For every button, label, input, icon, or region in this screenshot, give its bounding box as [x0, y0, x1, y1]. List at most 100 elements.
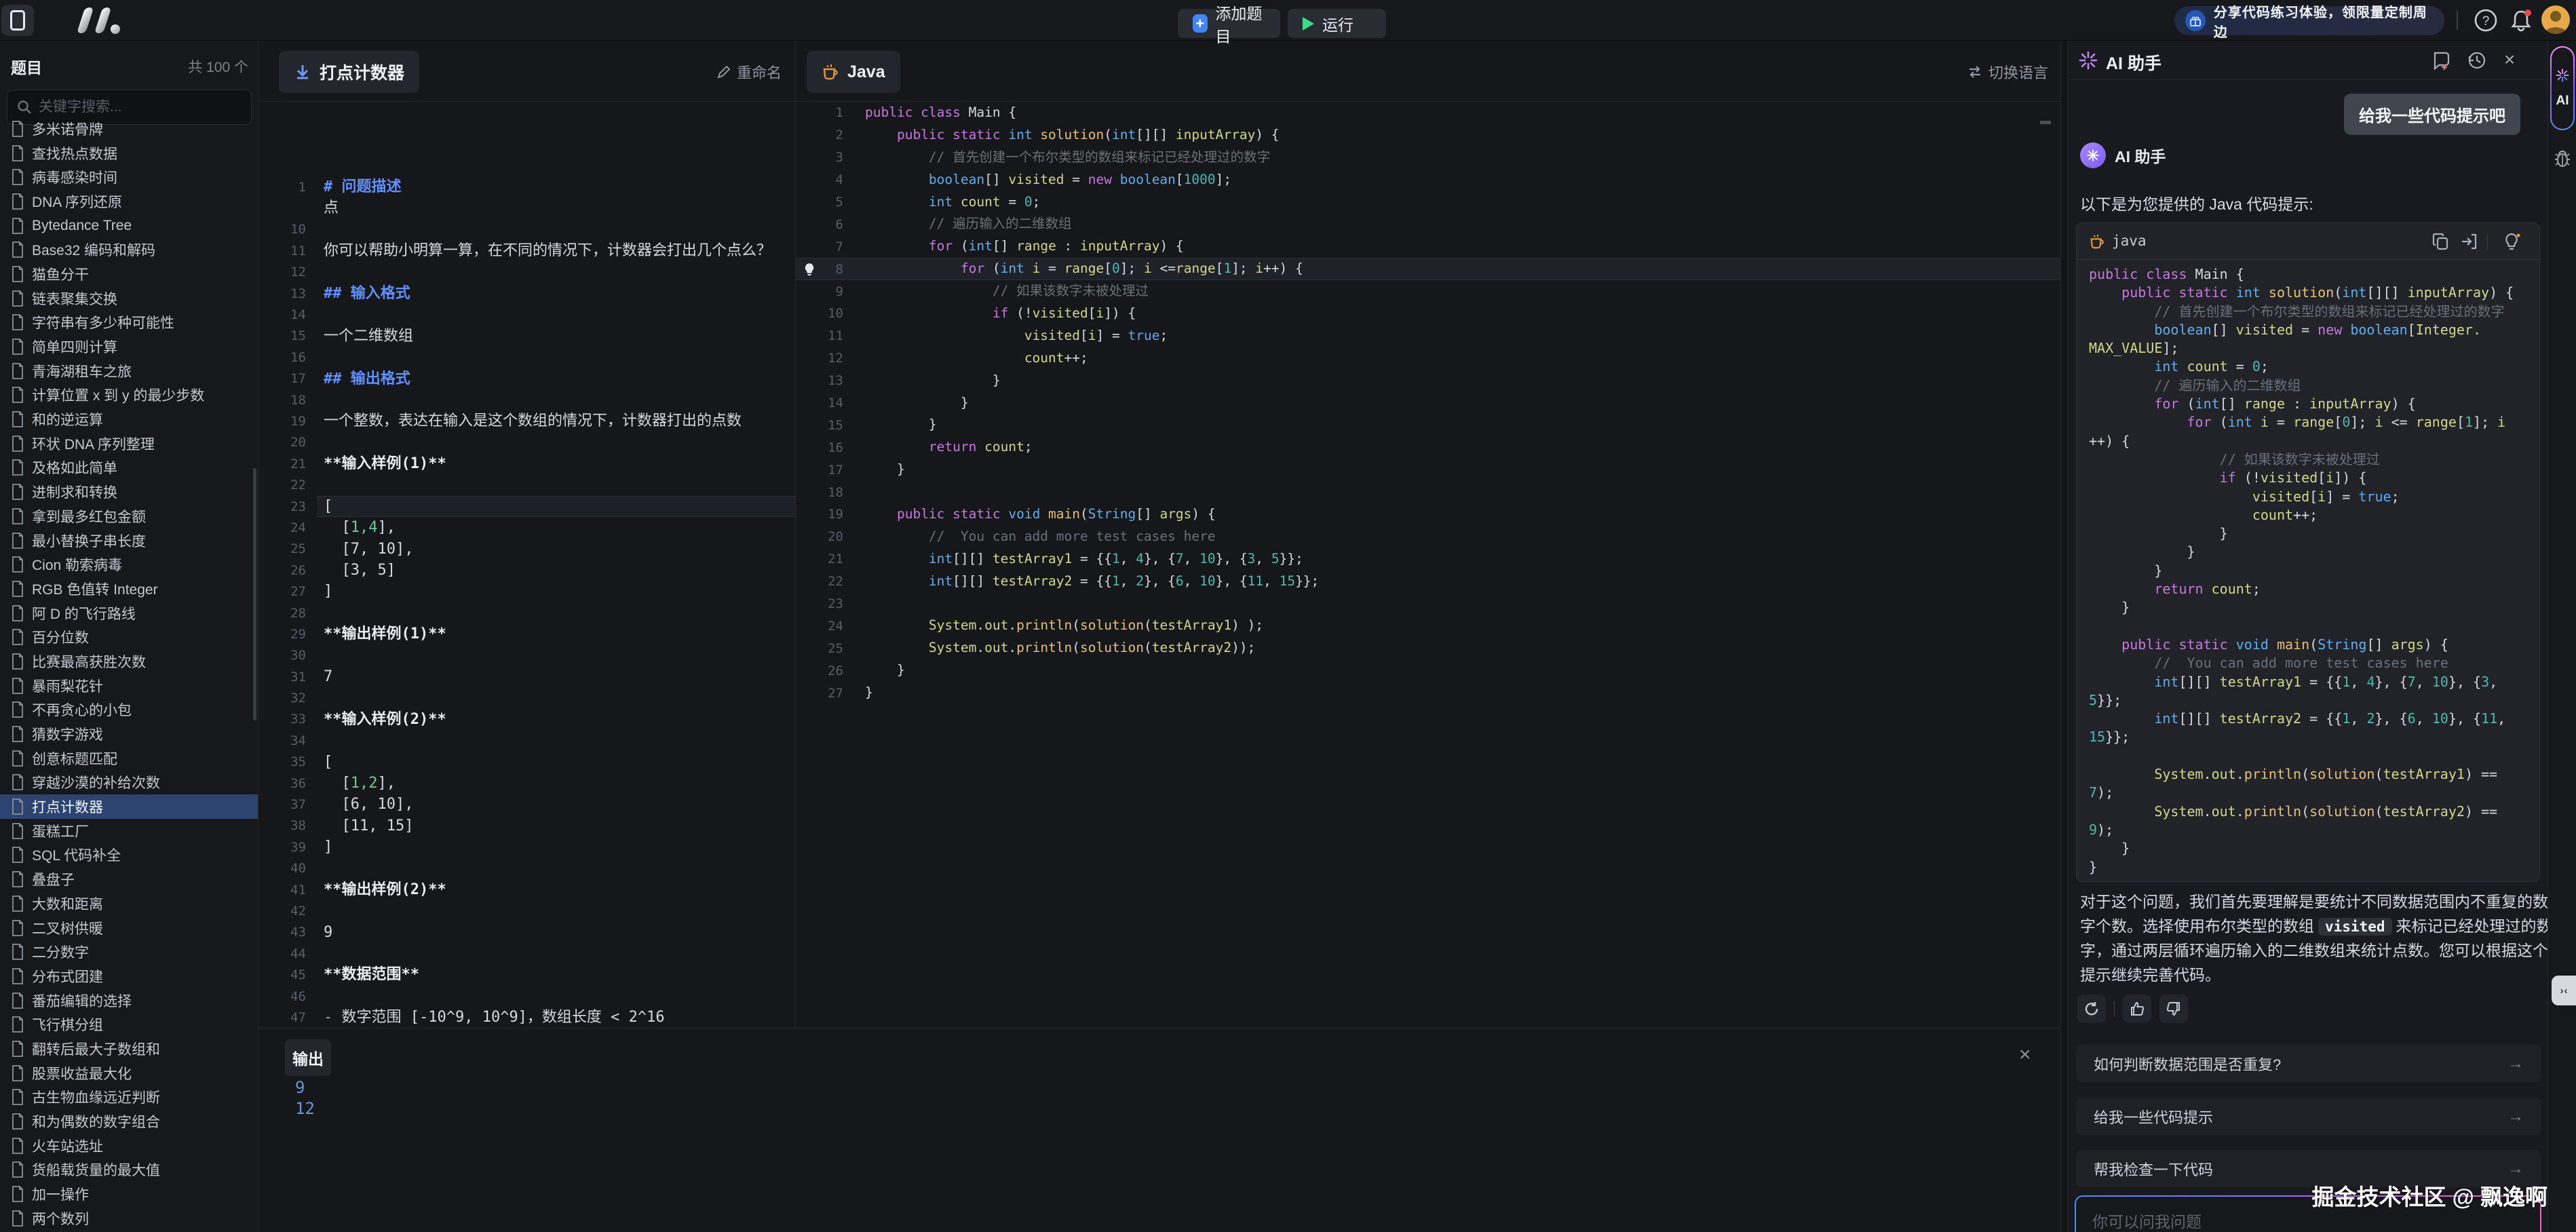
- run-button[interactable]: 运行: [1288, 9, 1386, 38]
- suggestion-card[interactable]: 如何判断数据范围是否重复? →: [2076, 1045, 2541, 1082]
- sidebar-item[interactable]: 和的逆运算: [0, 407, 258, 431]
- copy-icon[interactable]: [2431, 231, 2451, 252]
- promo-banner[interactable]: 分享代码练习体验，领限量定制周边: [2174, 6, 2444, 35]
- sidebar-item-label: Cion 勒索病毒: [32, 554, 122, 575]
- sidebar-item[interactable]: 两个数列: [0, 1206, 258, 1231]
- sidebar-item[interactable]: 加一操作: [0, 1182, 258, 1206]
- line-number: 19: [258, 414, 317, 429]
- sidebar-item[interactable]: 进制求和转换: [0, 480, 258, 504]
- sidebar-item[interactable]: 分布式团建: [0, 964, 258, 988]
- sidebar-item-label: 和为偶数的数字组合: [32, 1111, 160, 1132]
- regenerate-button[interactable]: [2077, 995, 2106, 1023]
- user-avatar[interactable]: [2541, 5, 2570, 34]
- suggestion-card[interactable]: 给我一些代码提示 →: [2076, 1098, 2541, 1135]
- sidebar-item[interactable]: 打点计数器: [0, 794, 258, 819]
- sidebar-item[interactable]: 大数和距离: [0, 891, 258, 916]
- sidebar-item[interactable]: 简单四则计算: [0, 334, 258, 359]
- sidebar-item[interactable]: 阿 D 的飞行路线: [0, 601, 258, 625]
- notification-bell-icon[interactable]: [2509, 8, 2533, 33]
- insert-code-icon[interactable]: [2459, 231, 2480, 252]
- add-problem-button[interactable]: + 添加题目: [1178, 9, 1280, 38]
- history-icon[interactable]: [2466, 50, 2488, 71]
- sidebar-item[interactable]: 环状 DNA 序列整理: [0, 431, 258, 456]
- sidebar-item-label: 货船载货量的最大值: [32, 1159, 160, 1180]
- sidebar-item[interactable]: Base32 编码和解码: [0, 237, 258, 262]
- document-icon: [11, 436, 24, 452]
- markdown-line: 20: [258, 432, 796, 453]
- panel-collapse-handle[interactable]: ›‹: [2552, 976, 2576, 1005]
- sidebar-item[interactable]: 飞行棋分组: [0, 1012, 258, 1037]
- sidebar-item[interactable]: 链表聚集交换: [0, 286, 258, 311]
- sidebar-item[interactable]: 翻转后最大子数组和: [0, 1037, 258, 1061]
- language-tab-java[interactable]: Java: [807, 51, 900, 93]
- sidebar-item[interactable]: Cion 勒索病毒: [0, 552, 258, 577]
- markdown-editor[interactable]: 1# 问题描述点10 11你可以帮助小明算一算，在不同的情况下，计数器会打出几个…: [258, 138, 796, 1028]
- output-tab[interactable]: 输出: [285, 1039, 331, 1076]
- sidebar-item[interactable]: 蛋糕工厂: [0, 819, 258, 843]
- quick-fix-lightbulb-icon[interactable]: [801, 261, 818, 278]
- java-code-editor[interactable]: 1public class Main {2 public static int …: [796, 102, 2061, 704]
- sidebar-item[interactable]: 创意标题匹配: [0, 746, 258, 771]
- sidebar-item[interactable]: 暴雨梨花针: [0, 674, 258, 698]
- sidebar-item[interactable]: 拿到最多红包金额: [0, 504, 258, 528]
- sidebar-item[interactable]: 比赛最高获胜次数: [0, 649, 258, 674]
- line-number: 39: [258, 840, 317, 855]
- sidebar-item[interactable]: 不再贪心的小包: [0, 698, 258, 723]
- sidebar-item[interactable]: 股票收益最大化: [0, 1061, 258, 1085]
- sidebar-item[interactable]: 字符串有多少种可能性: [0, 311, 258, 335]
- run-label: 运行: [1322, 12, 1353, 35]
- app-logo[interactable]: [73, 6, 144, 35]
- sidebar-item[interactable]: 二分数字: [0, 940, 258, 964]
- debug-bug-icon[interactable]: [2554, 149, 2571, 168]
- ai-code-content[interactable]: public class Main { public static int so…: [2089, 265, 2514, 877]
- sidebar-scrollbar[interactable]: [253, 468, 256, 720]
- close-icon[interactable]: ×: [2499, 50, 2520, 71]
- new-chat-icon[interactable]: [2431, 50, 2453, 71]
- document-icon: [11, 1161, 24, 1178]
- line-number: 3: [796, 150, 854, 165]
- rename-button[interactable]: 重命名: [716, 61, 782, 83]
- sidebar-item[interactable]: 货船载货量的最大值: [0, 1158, 258, 1182]
- sidebar-item[interactable]: 查找热点数据: [0, 141, 258, 166]
- sidebar-item[interactable]: 和为偶数的数字组合: [0, 1109, 258, 1134]
- ai-assistant-toggle[interactable]: AI: [2550, 46, 2575, 130]
- sidebar-item[interactable]: 计算位置 x 到 y 的最少步数: [0, 383, 258, 408]
- sidebar-item[interactable]: 病毒感染时间: [0, 165, 258, 189]
- document-icon: [11, 121, 24, 137]
- problem-tab[interactable]: 打点计数器: [279, 51, 419, 93]
- help-icon[interactable]: ?: [2474, 8, 2498, 33]
- switch-language-button[interactable]: 切换语言: [1967, 61, 2048, 83]
- sidebar-item-label: 叠盘子: [32, 869, 75, 889]
- sidebar-item[interactable]: 番茄编辑的选择: [0, 988, 258, 1013]
- output-close-icon[interactable]: ×: [2019, 1043, 2031, 1066]
- code-line: 3 // 首先创建一个布尔类型的数组来标记已经处理过的数字: [796, 147, 2061, 169]
- sidebar-item[interactable]: 火车站选址: [0, 1134, 258, 1158]
- sidebar-item[interactable]: 最小替换子串长度: [0, 528, 258, 553]
- topbar-divider: [2457, 11, 2458, 30]
- sidebar-item[interactable]: 穿越沙漠的补给次数: [0, 771, 258, 795]
- sidebar-item[interactable]: 多米诺骨牌: [0, 117, 258, 141]
- document-icon: [11, 387, 24, 403]
- sidebar-toggle-button[interactable]: [1, 5, 34, 36]
- sidebar-item[interactable]: Bytedance Tree: [0, 214, 258, 238]
- sidebar-item[interactable]: 猜数字游戏: [0, 722, 258, 746]
- ai-code-block: java public class Main { public static i…: [2076, 223, 2540, 882]
- search-input[interactable]: [39, 99, 242, 115]
- sidebar-item[interactable]: 及格如此简单: [0, 456, 258, 480]
- sidebar-item[interactable]: 猫鱼分干: [0, 262, 258, 286]
- sidebar-item[interactable]: 百分位数: [0, 625, 258, 649]
- ai-code-line: }: [2089, 858, 2514, 877]
- sidebar-item[interactable]: SQL 代码补全: [0, 843, 258, 868]
- hint-lightbulb-icon[interactable]: [2501, 231, 2522, 252]
- thumbs-down-button[interactable]: [2159, 995, 2188, 1023]
- line-number: 21: [258, 457, 317, 471]
- thumbs-up-button[interactable]: [2123, 995, 2151, 1023]
- document-icon: [11, 1016, 24, 1033]
- sidebar-item[interactable]: 叠盘子: [0, 867, 258, 891]
- sidebar-item[interactable]: 古生物血缘远近判断: [0, 1085, 258, 1110]
- document-icon: [11, 968, 24, 984]
- sidebar-item[interactable]: 二叉树供暖: [0, 916, 258, 940]
- sidebar-item[interactable]: 青海湖租车之旅: [0, 359, 258, 383]
- sidebar-item[interactable]: DNA 序列还原: [0, 189, 258, 214]
- sidebar-item[interactable]: RGB 色值转 Integer: [0, 577, 258, 601]
